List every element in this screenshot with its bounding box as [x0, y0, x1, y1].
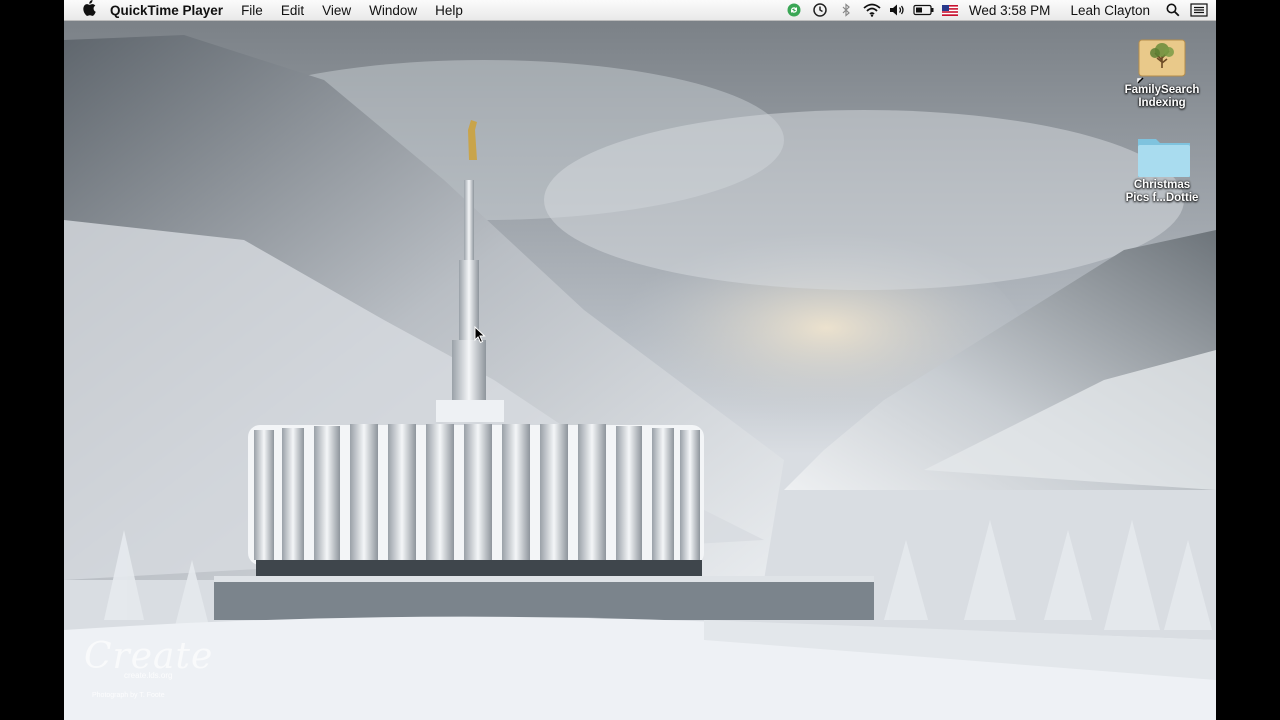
desktop-icon-label: Indexing [1138, 97, 1186, 109]
desktop-screen: QuickTime Player File Edit View Window H… [64, 0, 1216, 720]
folder-icon [1136, 133, 1190, 177]
photo-credit: Photograph by T. Foote [92, 692, 165, 699]
menu-view[interactable]: View [313, 3, 360, 18]
mouse-pointer-icon [474, 325, 486, 349]
flag-icon[interactable] [937, 0, 963, 20]
time-machine-icon[interactable] [807, 0, 833, 20]
desktop-icon-christmas-pics[interactable]: Christmas Pics f...Dottie [1117, 133, 1207, 205]
sync-icon[interactable] [781, 0, 807, 20]
apple-logo [83, 0, 96, 16]
desktop-icon-label: Pics f...Dottie [1125, 192, 1199, 204]
wifi-icon[interactable] [859, 0, 885, 20]
apple-icon[interactable] [64, 0, 108, 21]
menu-window[interactable]: Window [360, 3, 426, 18]
watermark-title: Create [84, 636, 214, 677]
menu-file[interactable]: File [232, 3, 272, 18]
wallpaper-watermark: Create create.lds.org Photograph by T. F… [84, 636, 213, 699]
desktop-wallpaper [64, 20, 1216, 720]
notification-center-icon[interactable] [1186, 0, 1212, 20]
menubar-clock[interactable]: Wed 3:58 PM [963, 3, 1061, 18]
desktop-icon-label: FamilySearch [1124, 84, 1200, 96]
user-menu[interactable]: Leah Clayton [1060, 3, 1160, 18]
menu-edit[interactable]: Edit [272, 3, 313, 18]
menu-help[interactable]: Help [426, 3, 472, 18]
app-menu-quicktime[interactable]: QuickTime Player [108, 3, 232, 18]
volume-icon[interactable] [885, 0, 911, 20]
bluetooth-icon[interactable] [833, 0, 859, 20]
familysearch-app-icon [1136, 38, 1188, 84]
battery-icon[interactable] [911, 0, 937, 20]
temple-winter-photo [64, 20, 1216, 720]
spotlight-icon[interactable] [1160, 0, 1186, 20]
desktop-icon-familysearch[interactable]: FamilySearch Indexing [1117, 38, 1207, 110]
desktop-icon-label: Christmas [1133, 179, 1191, 191]
menu-bar: QuickTime Player File Edit View Window H… [64, 0, 1216, 21]
